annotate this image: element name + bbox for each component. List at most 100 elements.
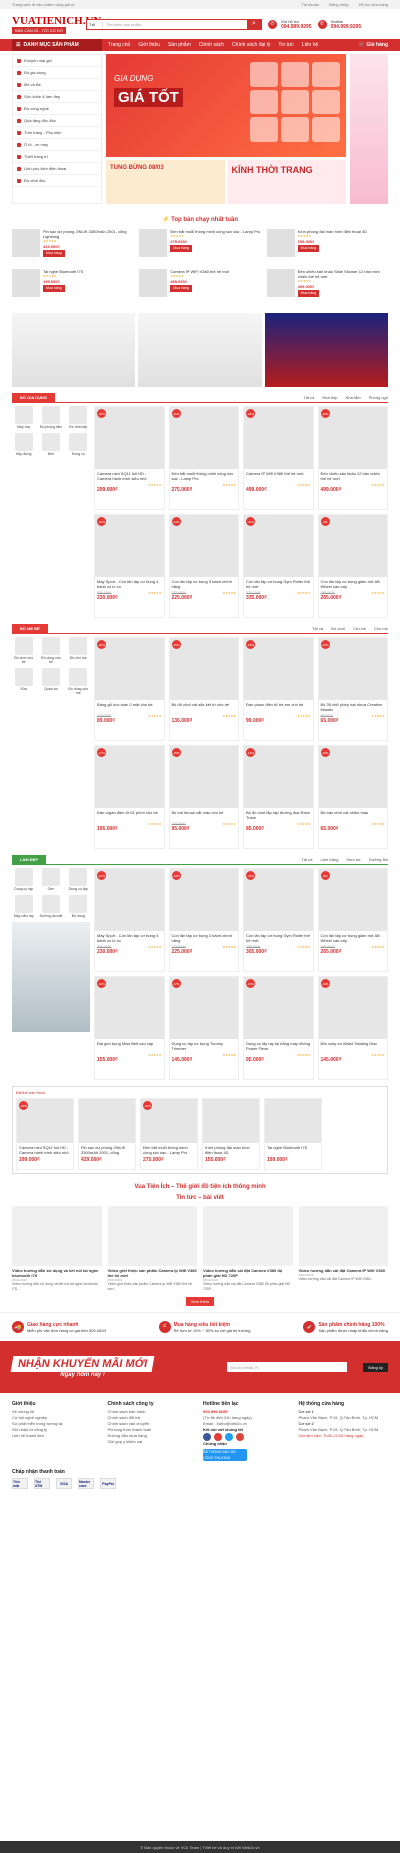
product-card[interactable]: -21% Máy Sport - Con lăn tập cơ bụng 4 bá… (94, 514, 165, 618)
logo[interactable]: VUATIENICH.VN BÁN CẦN GÌ - TỚI CÓ ĐÓ (12, 15, 101, 34)
product-image[interactable]: -13% (318, 977, 387, 1039)
login-link[interactable]: Đăng nhập (329, 2, 349, 7)
product-card[interactable]: Tai nghe Bluetooth I7S 199.000₫ (264, 1098, 322, 1170)
product-image[interactable]: -31% (169, 407, 238, 469)
sidebar-item[interactable]: Ô tô - xe máy (13, 139, 101, 151)
product-name[interactable]: Máy Sport - Con lăn tập cơ bụng 4 bánh c… (95, 931, 164, 945)
news-image[interactable] (12, 1206, 102, 1266)
product-image[interactable] (139, 229, 168, 257)
sidebar-item[interactable]: Đồ gia dụng (13, 67, 101, 79)
news-image[interactable] (107, 1206, 197, 1266)
product-image[interactable] (12, 229, 40, 257)
facebook-icon[interactable] (203, 1433, 211, 1441)
product-image[interactable]: -12% (244, 746, 313, 808)
bestseller-card[interactable]: Kính phóng đại màn hình điện thoại 4D ★★★… (266, 229, 388, 263)
bestseller-card[interactable]: Pin sạc dự phòng JINLIK 3300mAh 2001, cổ… (12, 229, 133, 263)
news-card[interactable]: Video giới thiệu sản phẩm Camera Ip Wifi… (107, 1206, 198, 1291)
news-title[interactable]: Video hướng dẫn sử dụng và kết nối tai n… (12, 1268, 102, 1278)
product-card[interactable]: -12% Bộ đồ chơi lắp ráp đường đua Race Tr… (243, 745, 314, 849)
product-card[interactable]: Pin sạc dự phòng JINLIK 3300mAh 2001, cổ… (78, 1098, 136, 1170)
product-name[interactable]: Máy Sport - Con lăn tập cơ bụng 4 bánh c… (95, 577, 164, 591)
news-title[interactable]: Video giới thiệu sản phẩm Camera Ip Wifi… (108, 1268, 198, 1278)
tab[interactable]: Kem bơ (347, 857, 361, 862)
news-card[interactable]: Video hướng dẫn cài đặt Camera IP Wifi V… (298, 1206, 388, 1291)
nav-item[interactable]: Chính sách (199, 42, 224, 48)
bestseller-card[interactable]: Tai nghe Bluetooth I7S ★★★★★ 199.000₫ Mua h… (12, 269, 133, 303)
product-image[interactable]: -18% (244, 638, 313, 700)
product-image[interactable]: -15% (244, 977, 313, 1039)
category-item[interactable]: Dưỡng da mặt (39, 895, 62, 918)
search-input[interactable]: Tìm kiếm sản phẩm... (103, 22, 247, 27)
youtube-icon[interactable] (214, 1433, 222, 1441)
product-name[interactable]: Đèn bắt muỗi thông minh công sóc sạc - L… (141, 1143, 197, 1157)
nav-item[interactable]: Trang chủ (108, 42, 130, 48)
product-image[interactable] (12, 269, 40, 297)
product-name[interactable]: Con lăn tập cơ bụng giảm mỡ AB Wheel cao… (319, 577, 388, 591)
product-image[interactable]: -14% (169, 515, 238, 577)
category-item[interactable]: Đồ nhà bếp (67, 406, 90, 429)
product-card[interactable]: -21% Máy Sport - Con lăn tập cơ bụng 4 bá… (94, 868, 165, 972)
product-image[interactable] (139, 269, 168, 297)
product-image[interactable]: -17% (169, 977, 238, 1039)
section-feature-image[interactable] (12, 922, 90, 1032)
product-image[interactable]: -11% (244, 515, 313, 577)
sidebar-item[interactable]: Đồ chơi độc (13, 175, 101, 187)
section-title[interactable]: ĐỒ GIA DỤNG (12, 393, 55, 402)
tab[interactable]: Dưỡng ẩm (369, 857, 388, 862)
product-card[interactable]: -19% Bộ bàn chơi cát nhiều màu ★★★★★ 65.000… (317, 745, 388, 849)
sidebar-item[interactable]: Quà tặng độc đáo (13, 115, 101, 127)
product-name[interactable]: Bộ đồ chơi lắp ráp đường đua Race Track (244, 808, 313, 822)
more-news-button[interactable]: Xem thêm (186, 1297, 214, 1306)
tab[interactable]: Cho mẹ (374, 626, 388, 631)
product-name[interactable]: Đĩa xoay eo Waist Twisting Disc (319, 1039, 388, 1053)
product-image[interactable]: -31% (141, 1099, 197, 1143)
product-card[interactable]: -16% Đèn chiếu sân khấu 12 bản chiếu thế … (317, 406, 388, 510)
news-card[interactable]: Video hướng dẫn sử dụng và kết nối tai n… (12, 1206, 102, 1291)
footer-link[interactable]: Gửi góp ý khiếu nại (108, 1439, 198, 1445)
product-name[interactable]: Đèn bắt muỗi thông minh công sóc sạc - L… (170, 469, 239, 483)
sidebar-item[interactable]: Đồ công nghệ (13, 103, 101, 115)
product-name[interactable]: Con lăn tập cơ bụng 3 bánh chính hãng (170, 931, 239, 945)
product-image[interactable]: -21% (95, 515, 164, 577)
product-card[interactable]: -11% Con lăn tập cơ bụng Gym Roller thế h… (243, 868, 314, 972)
hotline-number[interactable]: 094.999.9295 (281, 24, 312, 30)
bestseller-card[interactable]: Camera IP WiFi V380 thế hệ mới ★★★★★ 459.0… (139, 269, 260, 303)
product-name[interactable]: Đèn chiếu sân khấu 12 bản chiếu thế hệ m… (319, 469, 388, 483)
product-image[interactable]: -20% (17, 1099, 73, 1143)
product-card[interactable]: -11% Con lăn tập cơ bụng Gym Roller thế h… (243, 514, 314, 618)
product-card[interactable]: -24% Camera IP Wifi V380 thế hệ mới ★★★★★ 4… (243, 406, 314, 510)
newsletter-email-input[interactable]: Địa chỉ email (*) (227, 1362, 348, 1372)
product-image[interactable]: -21% (95, 869, 164, 931)
product-image[interactable]: -17% (95, 746, 164, 808)
product-card[interactable]: -15% Bộ bút khoan cắt màu cho bé 115.000₫ ★… (168, 745, 239, 849)
promo-image-3[interactable] (264, 313, 388, 387)
product-image[interactable] (265, 1099, 321, 1143)
sidebar-item[interactable]: Mẹ và Bé (13, 79, 101, 91)
product-name[interactable]: Bộ đồ chơi cát sắc kết từ cho trẻ (170, 700, 239, 714)
product-name[interactable]: Con lăn tập cơ bụng Gym Roller thế hệ mớ… (244, 577, 313, 591)
nav-item[interactable]: Liên hệ (302, 42, 318, 48)
search-category-select[interactable]: Tất (87, 21, 103, 27)
section-title[interactable]: LÀM ĐẸP (12, 855, 46, 864)
promo-banner-1[interactable]: TUNG BỪNG 08/03 (106, 160, 225, 204)
category-item[interactable]: Đồ phòng tắm (39, 406, 62, 429)
promo-banner-2[interactable]: KÍNH THỜI TRANG (227, 160, 346, 204)
product-name[interactable]: Đàn organ điện tử 61 phím cho bé (95, 808, 164, 822)
product-image[interactable]: -14% (169, 869, 238, 931)
buy-button[interactable]: Mua hàng (297, 290, 320, 297)
product-card[interactable]: -20% Camera mini SQ11 full HD - Camera hà… (16, 1098, 74, 1170)
product-name[interactable]: Con lăn tập cơ bụng Gym Roller thế hệ mớ… (244, 931, 313, 945)
product-card[interactable]: -12% Đai gen bụng Miss Belt cao cấp ★★★★★ 1… (94, 976, 165, 1080)
product-card[interactable]: -13% Đĩa xoay eo Waist Twisting Disc ★★★★★… (317, 976, 388, 1080)
product-name[interactable]: Tai nghe Bluetooth I7S (265, 1143, 321, 1157)
twitter-icon[interactable] (225, 1433, 233, 1441)
product-card[interactable]: -22% Bộ 35 chữ phép hạt nhựa Creative Mos… (317, 637, 388, 741)
tab[interactable]: Nhà tắm (346, 395, 361, 400)
cert-badge[interactable]: ĐÃ THÔNG BÁO BỘ CÔNG THƯƠNG (203, 1449, 247, 1461)
product-name[interactable]: Dụng cụ lấy ráy tai bằng máy nhỏng Power… (244, 1039, 313, 1053)
buy-button[interactable]: Mua hàng (170, 245, 192, 252)
bestseller-card[interactable]: Đèn chiếu sân khấu Slide Shower 12 bản m… (266, 269, 388, 303)
product-card[interactable]: -17% Đàn organ điện tử 61 phím cho bé ★★★★… (94, 745, 165, 849)
buy-button[interactable]: Mua hàng (43, 250, 65, 257)
category-menu-toggle[interactable]: ☰ DANH MỤC SẢN PHẨM (12, 39, 102, 51)
